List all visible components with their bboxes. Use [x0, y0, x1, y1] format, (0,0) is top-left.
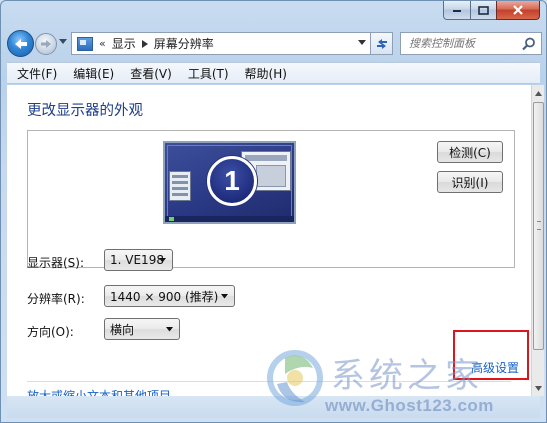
refresh-button[interactable] [371, 32, 393, 55]
taskbar-strip [165, 216, 294, 222]
resolution-select-value: 1440 × 900 (推荐) [110, 289, 219, 304]
orientation-label: 方向(O): [27, 325, 74, 339]
control-panel-icon [77, 36, 93, 51]
scroll-down-button[interactable] [532, 380, 545, 396]
caption-buttons [443, 1, 540, 21]
search-icon[interactable] [522, 37, 536, 51]
forward-button[interactable] [35, 33, 57, 55]
scroll-up-icon [535, 90, 542, 96]
menu-edit[interactable]: 编辑(E) [68, 65, 119, 82]
recent-pages-dropdown-icon[interactable] [59, 39, 67, 45]
close-icon [513, 5, 523, 15]
address-bar[interactable]: « 显示 屏幕分辨率 [71, 32, 371, 55]
back-button[interactable] [7, 30, 34, 57]
window-frame: « 显示 屏幕分辨率 文件(F) 编辑(E) 查看(V) 工具(T) 帮助(H)… [0, 0, 547, 423]
chevron-down-icon [166, 327, 173, 332]
chevron-down-icon [159, 258, 166, 263]
window-bottom-border [7, 396, 540, 418]
navigation-bar: « 显示 屏幕分辨率 [7, 29, 542, 59]
orientation-select-value: 横向 [110, 322, 135, 337]
menu-bar: 文件(F) 编辑(E) 查看(V) 工具(T) 帮助(H) [7, 62, 540, 84]
minimize-button[interactable] [443, 1, 470, 20]
arrow-right-icon [41, 40, 51, 48]
vertical-scrollbar[interactable] [531, 85, 544, 396]
display-label: 显示器(S): [27, 256, 85, 270]
maximize-icon [478, 5, 489, 15]
divider [27, 381, 511, 382]
monitor-thumbnail[interactable]: 1 [163, 141, 296, 224]
menu-view[interactable]: 查看(V) [125, 65, 177, 82]
scroll-down-icon [535, 385, 542, 391]
scroll-up-button[interactable] [532, 85, 545, 101]
display-select-value: 1. VE198 [110, 253, 164, 267]
close-button[interactable] [496, 1, 540, 20]
monitor-number-badge: 1 [207, 156, 257, 206]
content-pane: 更改显示器的外观 1 检测(C) 识别(I) 显示器(S): 1. VE198 … [7, 85, 531, 396]
breadcrumb-screen-resolution[interactable]: 屏幕分辨率 [154, 35, 214, 52]
desktop-window-icon [169, 171, 191, 201]
scroll-thumb[interactable] [533, 102, 544, 350]
breadcrumb-display[interactable]: 显示 [112, 35, 136, 52]
identify-button[interactable]: 识别(I) [437, 171, 503, 193]
menu-file[interactable]: 文件(F) [12, 65, 62, 82]
display-preview: 1 检测(C) 识别(I) [27, 130, 515, 268]
resolution-label: 分辨率(R): [27, 292, 85, 306]
resolution-select[interactable]: 1440 × 900 (推荐) [104, 285, 235, 307]
chevron-down-icon [221, 294, 228, 299]
page-title: 更改显示器的外观 [27, 103, 143, 119]
refresh-icon [376, 38, 387, 49]
menu-tools[interactable]: 工具(T) [183, 65, 234, 82]
maximize-button[interactable] [470, 1, 496, 20]
menu-help[interactable]: 帮助(H) [240, 65, 292, 82]
text-size-link[interactable]: 放大或缩小文本和其他项目 [27, 387, 171, 396]
search-box[interactable] [400, 32, 542, 55]
orientation-select[interactable]: 横向 [104, 318, 180, 340]
display-select[interactable]: 1. VE198 [104, 249, 173, 271]
advanced-settings-link[interactable]: 高级设置 [471, 359, 519, 376]
address-dropdown-icon[interactable] [358, 40, 366, 46]
minimize-icon [453, 10, 461, 12]
search-input[interactable] [409, 37, 513, 50]
breadcrumb-chevron-icon[interactable] [141, 39, 148, 48]
detect-button[interactable]: 检测(C) [437, 141, 503, 163]
arrow-left-icon [14, 38, 27, 49]
breadcrumb-overflow[interactable]: « [99, 37, 106, 50]
